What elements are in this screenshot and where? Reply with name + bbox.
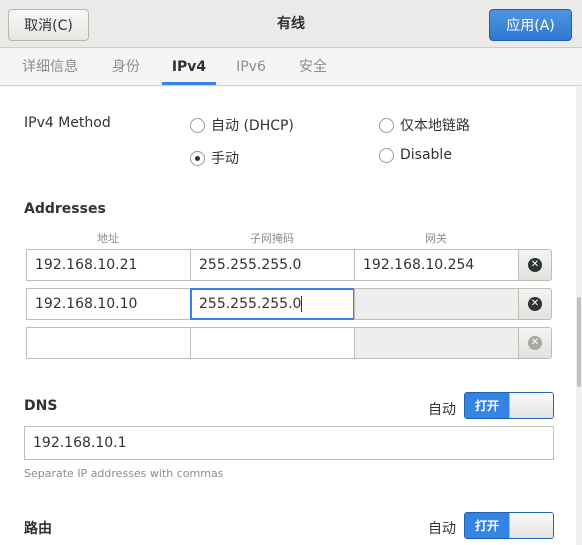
routes-auto-switch[interactable]: 打开 bbox=[464, 512, 554, 539]
switch-knob[interactable] bbox=[509, 393, 553, 418]
netmask-value: 255.255.255.0 bbox=[199, 296, 302, 312]
delete-address-button[interactable]: ✕ bbox=[518, 327, 552, 359]
text-caret bbox=[301, 296, 303, 312]
dns-hint: Separate IP addresses with commas bbox=[24, 467, 224, 480]
tab-ipv4[interactable]: IPv4 bbox=[162, 49, 216, 85]
dns-auto-label: 自动 bbox=[428, 402, 456, 418]
tab-ipv6[interactable]: IPv6 bbox=[226, 49, 276, 85]
tab-identity[interactable]: 身份 bbox=[100, 49, 152, 85]
gateway-input[interactable] bbox=[354, 288, 519, 320]
scrollbar-thumb[interactable] bbox=[577, 297, 581, 387]
routes-label: 路由 bbox=[24, 521, 52, 537]
radio-indicator[interactable] bbox=[190, 150, 205, 166]
addresses-label: Addresses bbox=[24, 201, 106, 217]
close-icon: ✕ bbox=[528, 258, 542, 272]
dns-input[interactable]: 192.168.10.1 bbox=[24, 426, 554, 460]
ipv4-method-label: IPv4 Method bbox=[24, 115, 111, 131]
routes-auto-label: 自动 bbox=[428, 521, 456, 537]
ipv4-settings-panel: IPv4 Method 自动 (DHCP) 仅本地链路 手动 Disable A… bbox=[0, 87, 582, 545]
method-dhcp-label: 自动 (DHCP) bbox=[211, 118, 294, 134]
netmask-input[interactable]: 255.255.255.0 bbox=[190, 249, 355, 281]
close-icon: ✕ bbox=[528, 297, 542, 311]
radio-indicator[interactable] bbox=[379, 117, 394, 133]
method-disable-label: Disable bbox=[400, 147, 452, 163]
netmask-input[interactable]: 255.255.255.0 bbox=[190, 288, 355, 320]
method-manual-radio[interactable]: 手动 bbox=[190, 148, 239, 168]
method-link-local-label: 仅本地链路 bbox=[400, 118, 470, 134]
netmask-input[interactable] bbox=[190, 327, 355, 359]
gateway-input[interactable]: 192.168.10.254 bbox=[354, 249, 519, 281]
gateway-column-header: 网关 bbox=[425, 232, 447, 245]
method-manual-label: 手动 bbox=[211, 151, 239, 167]
close-icon: ✕ bbox=[528, 336, 542, 350]
netmask-column-header: 子网掩码 bbox=[250, 232, 294, 245]
method-dhcp-radio[interactable]: 自动 (DHCP) bbox=[190, 115, 294, 135]
apply-button[interactable]: 应用(A) bbox=[489, 9, 572, 41]
address-input[interactable]: 192.168.10.10 bbox=[26, 288, 191, 320]
switch-on-label: 打开 bbox=[465, 513, 509, 538]
tab-security[interactable]: 安全 bbox=[288, 49, 338, 85]
tab-bar: 详细信息 身份 IPv4 IPv6 安全 bbox=[0, 49, 582, 86]
address-input[interactable] bbox=[26, 327, 191, 359]
switch-knob[interactable] bbox=[509, 513, 553, 538]
dns-auto-switch[interactable]: 打开 bbox=[464, 392, 554, 419]
delete-address-button[interactable]: ✕ bbox=[518, 249, 552, 281]
cancel-button[interactable]: 取消(C) bbox=[8, 9, 89, 41]
gateway-input[interactable] bbox=[354, 327, 519, 359]
radio-indicator[interactable] bbox=[190, 117, 205, 133]
header-bar: 有线 取消(C) 应用(A) bbox=[0, 0, 582, 48]
dns-label: DNS bbox=[24, 398, 58, 414]
address-input[interactable]: 192.168.10.21 bbox=[26, 249, 191, 281]
method-disable-radio[interactable]: Disable bbox=[379, 147, 452, 163]
radio-indicator[interactable] bbox=[379, 147, 394, 163]
tab-details[interactable]: 详细信息 bbox=[8, 49, 92, 85]
delete-address-button[interactable]: ✕ bbox=[518, 288, 552, 320]
method-link-local-radio[interactable]: 仅本地链路 bbox=[379, 115, 470, 135]
switch-on-label: 打开 bbox=[465, 393, 509, 418]
address-column-header: 地址 bbox=[97, 232, 119, 245]
